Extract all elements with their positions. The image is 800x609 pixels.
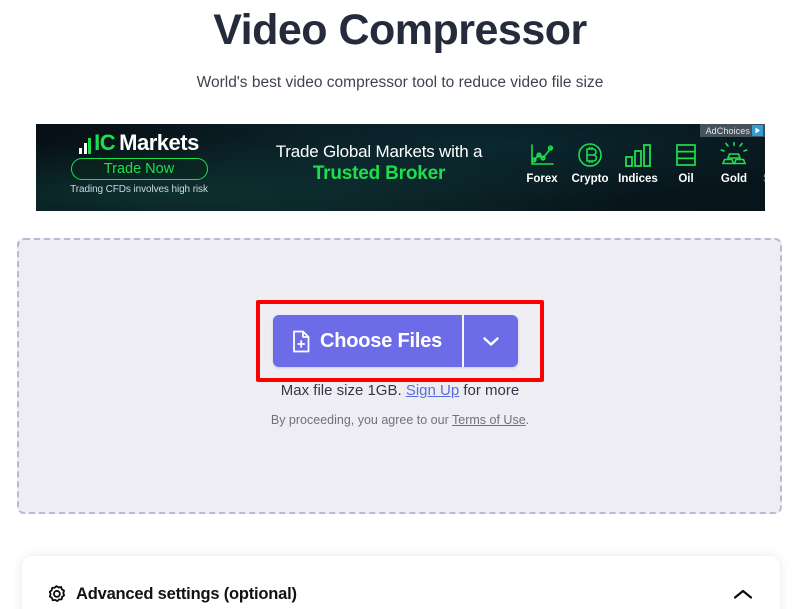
adchoices-triangle-icon xyxy=(752,125,763,136)
ad-brand-ic: IC xyxy=(94,130,116,155)
page-subtitle: World's best video compressor tool to re… xyxy=(196,74,604,91)
terms-note: By proceeding, you agree to our Terms of… xyxy=(0,413,800,427)
gold-icon xyxy=(720,140,748,170)
ad-asset-forex[interactable]: Forex xyxy=(518,140,566,185)
page-root: Video Compressor World's best video comp… xyxy=(0,0,800,609)
choose-files-button-group[interactable]: Choose Files xyxy=(273,315,518,367)
advanced-settings-toggle[interactable]: Advanced settings (optional) xyxy=(22,556,780,609)
ad-asset-label: Crypto xyxy=(571,173,609,185)
ad-asset-crypto[interactable]: Crypto xyxy=(566,140,614,185)
terms-of-use-link[interactable]: Terms of Use xyxy=(452,413,526,427)
choose-files-label: Choose Files xyxy=(320,329,443,352)
max-size-suffix: for more xyxy=(463,382,520,399)
max-file-size-note: Max file size 1GB. Sign Up for more xyxy=(0,382,800,399)
chevron-down-icon xyxy=(482,335,500,347)
advertisement-banner[interactable]: AdChoices IC Markets Trade Now Trading C… xyxy=(36,124,765,211)
advanced-settings-card: Advanced settings (optional) xyxy=(22,556,780,609)
file-plus-icon xyxy=(291,330,311,353)
indices-icon xyxy=(624,140,652,170)
crypto-icon xyxy=(577,140,603,170)
forex-icon xyxy=(529,140,555,170)
oil-icon xyxy=(674,140,698,170)
ad-trade-now-button[interactable]: Trade Now xyxy=(70,158,208,180)
advanced-settings-label: Advanced settings (optional) xyxy=(76,584,297,603)
ad-headline-line1: Trade Global Markets with a xyxy=(275,142,483,161)
adchoices-label: AdChoices xyxy=(705,125,750,136)
adchoices-badge[interactable]: AdChoices xyxy=(699,124,765,137)
ad-asset-label: Gold xyxy=(720,173,748,185)
ad-asset-oil[interactable]: Oil xyxy=(662,140,710,185)
ad-asset-label: Oil xyxy=(678,173,694,185)
ad-asset-label: Forex xyxy=(526,173,558,185)
advanced-settings-left: Advanced settings (optional) xyxy=(46,584,297,605)
ic-markets-logo: IC Markets xyxy=(44,128,234,154)
ad-asset-indices[interactable]: Indices xyxy=(614,140,662,185)
page-title: Video Compressor xyxy=(213,6,587,54)
ad-asset-label: Indices xyxy=(618,173,658,185)
ad-asset-gold[interactable]: Gold xyxy=(710,140,758,185)
terms-suffix: . xyxy=(525,413,530,427)
choose-files-button[interactable]: Choose Files xyxy=(273,315,463,367)
ad-headline-line2: Trusted Broker xyxy=(312,162,446,184)
choose-files-dropdown-toggle[interactable] xyxy=(463,315,518,367)
ad-asset-stocks[interactable]: Stocks xyxy=(758,140,765,185)
bar-chart-icon xyxy=(79,138,92,154)
ad-brand-block: IC Markets Trade Now Trading CFDs involv… xyxy=(44,128,234,196)
ad-headline: Trade Global Markets with a Trusted Brok… xyxy=(234,142,524,185)
max-size-prefix: Max file size 1GB. xyxy=(280,382,402,399)
ad-brand-markets: Markets xyxy=(119,130,199,155)
ad-asset-icons: Forex Crypto Indices Oil Gold xyxy=(518,140,765,185)
terms-prefix: By proceeding, you agree to our xyxy=(270,413,449,427)
ad-risk-disclaimer: Trading CFDs involves high risk xyxy=(70,184,208,195)
sign-up-link[interactable]: Sign Up xyxy=(406,382,459,399)
ad-asset-label: Stocks xyxy=(763,173,765,185)
chevron-up-icon[interactable] xyxy=(732,588,754,601)
gear-icon xyxy=(46,584,67,605)
